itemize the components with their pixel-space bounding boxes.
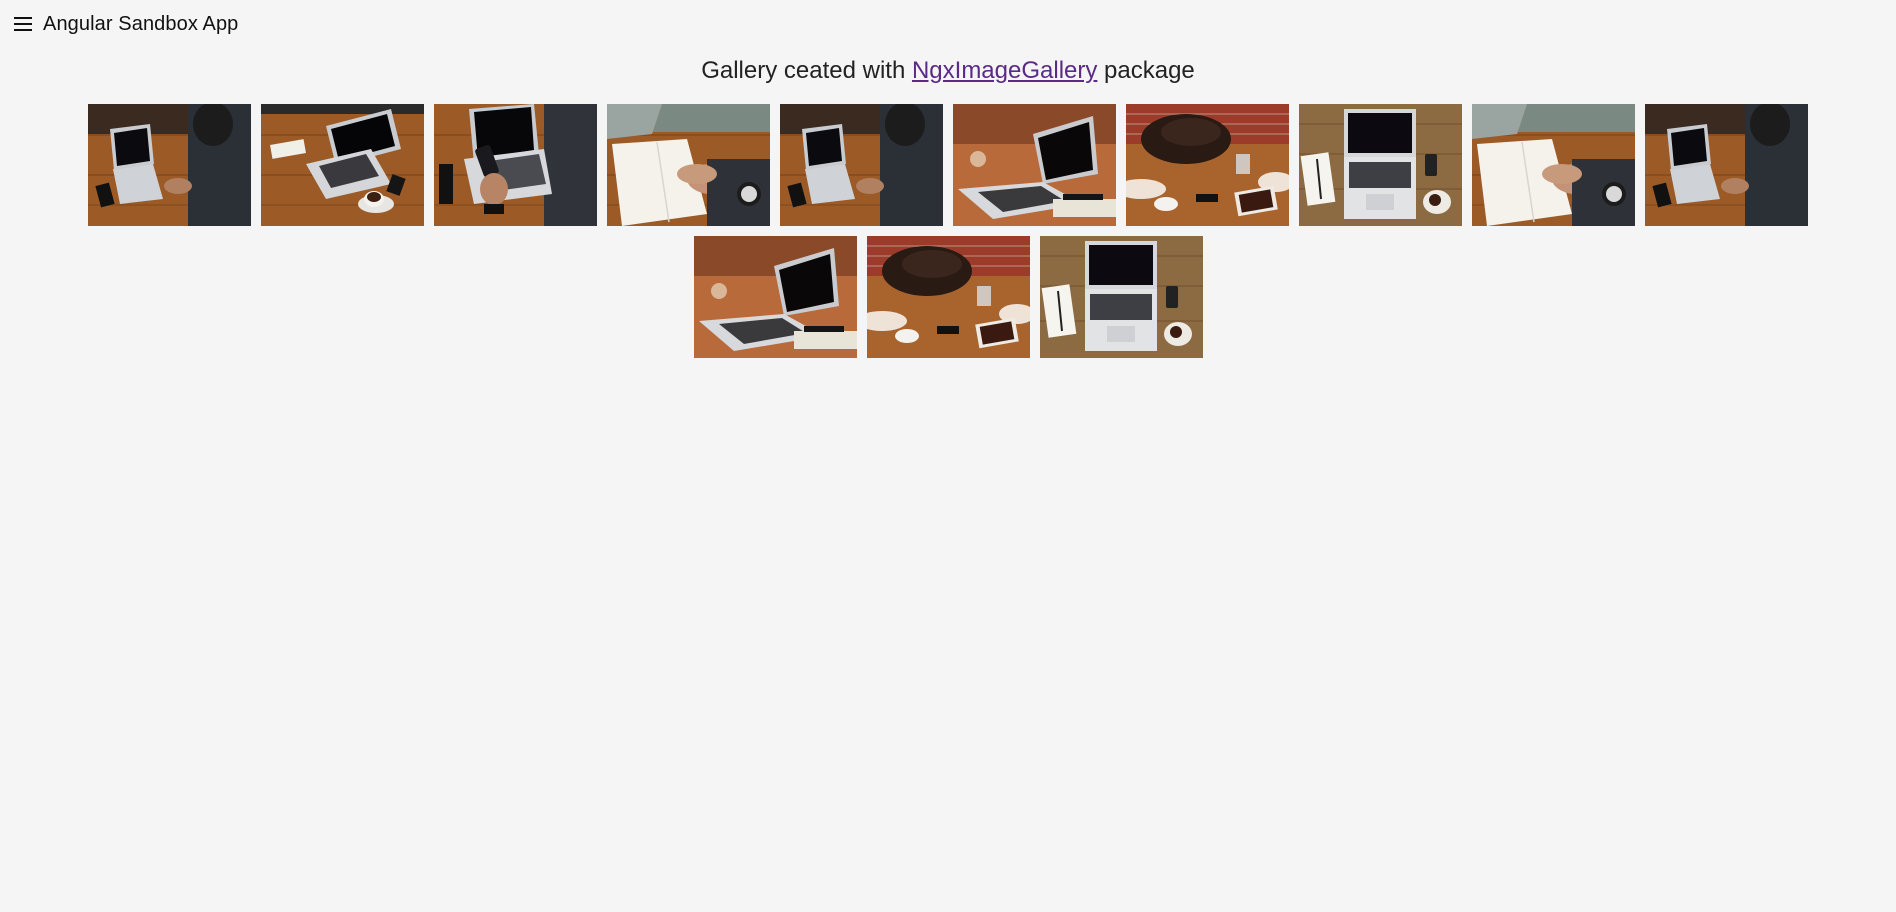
app-toolbar: Angular Sandbox App xyxy=(0,0,1896,48)
image-gallery xyxy=(0,104,1896,368)
thumbnail-image xyxy=(1039,236,1203,358)
gallery-thumbnail[interactable] xyxy=(434,104,597,226)
ngx-image-gallery-link[interactable]: NgxImageGallery xyxy=(912,57,1097,84)
thumbnail-image xyxy=(607,104,770,226)
thumbnail-image xyxy=(434,104,597,226)
thumbnail-image xyxy=(1645,104,1808,226)
gallery-thumbnail[interactable] xyxy=(1126,104,1289,226)
gallery-thumbnail[interactable] xyxy=(1039,236,1203,358)
thumbnail-image xyxy=(1472,104,1635,226)
thumbnail-image xyxy=(261,104,424,226)
thumbnail-image xyxy=(693,236,857,358)
thumbnail-image xyxy=(780,104,943,226)
gallery-row xyxy=(0,236,1896,358)
gallery-thumbnail[interactable] xyxy=(88,104,251,226)
app-title: Angular Sandbox App xyxy=(43,13,239,35)
heading-suffix: package xyxy=(1097,57,1195,84)
thumbnail-image xyxy=(1299,104,1462,226)
gallery-thumbnail[interactable] xyxy=(1645,104,1808,226)
thumbnail-image xyxy=(866,236,1030,358)
gallery-thumbnail[interactable] xyxy=(780,104,943,226)
gallery-thumbnail[interactable] xyxy=(693,236,857,358)
menu-icon[interactable] xyxy=(12,14,34,34)
heading-prefix: Gallery ceated with xyxy=(701,57,912,84)
thumbnail-image xyxy=(1126,104,1289,226)
gallery-thumbnail[interactable] xyxy=(1299,104,1462,226)
page-heading: Gallery ceated with NgxImageGallery pack… xyxy=(0,56,1896,86)
thumbnail-image xyxy=(88,104,251,226)
gallery-thumbnail[interactable] xyxy=(953,104,1116,226)
gallery-thumbnail[interactable] xyxy=(1472,104,1635,226)
gallery-thumbnail[interactable] xyxy=(866,236,1030,358)
gallery-row xyxy=(0,104,1896,226)
gallery-thumbnail[interactable] xyxy=(261,104,424,226)
gallery-thumbnail[interactable] xyxy=(607,104,770,226)
thumbnail-image xyxy=(953,104,1116,226)
